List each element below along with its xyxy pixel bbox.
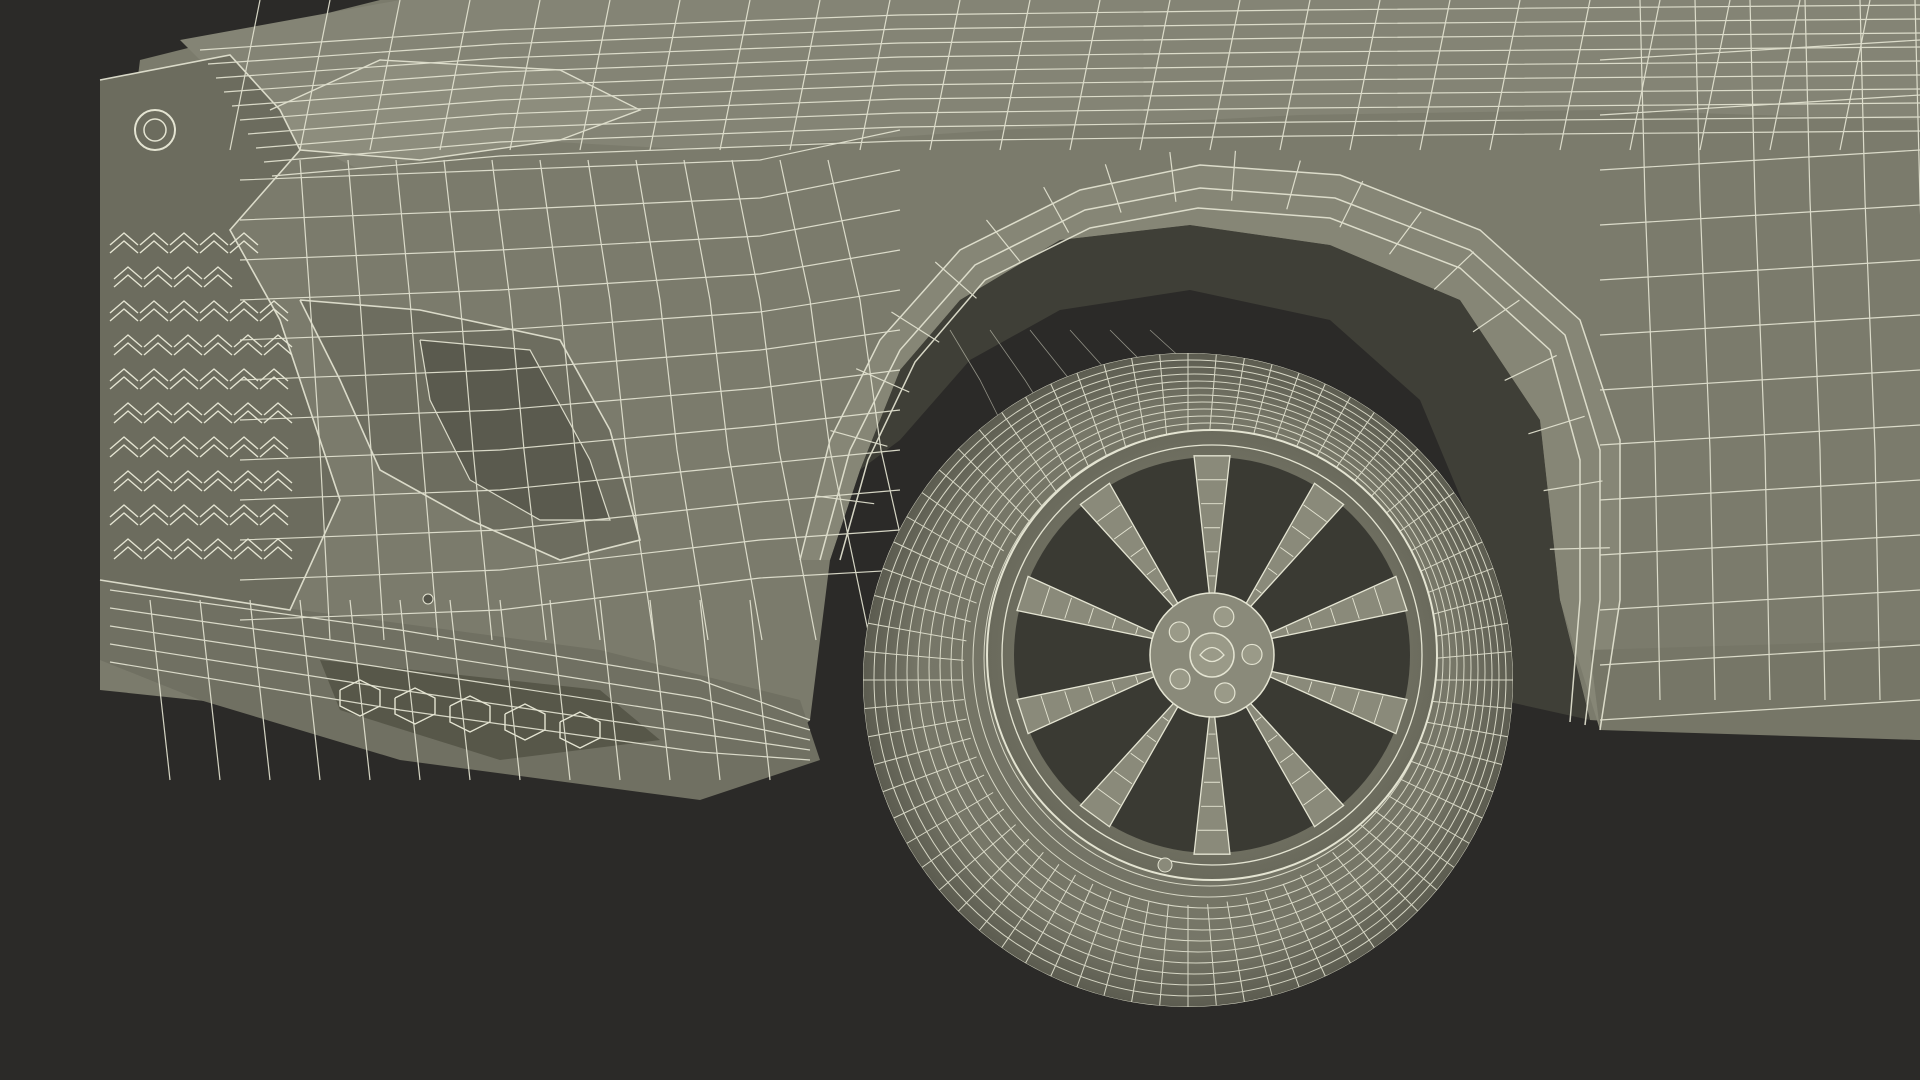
- render-viewport: [0, 0, 1920, 1080]
- parking-sensor: [422, 593, 434, 605]
- front-wheel: [863, 353, 1513, 1007]
- wireframe-scene: [0, 0, 1920, 1080]
- lug-nut: [1169, 668, 1191, 690]
- lug-nut: [1213, 606, 1235, 628]
- center-cap: [1189, 632, 1235, 678]
- valve-stem: [1157, 857, 1173, 873]
- lug-nut: [1214, 682, 1236, 704]
- lug-nut: [1168, 621, 1190, 643]
- lug-nut: [1241, 643, 1263, 666]
